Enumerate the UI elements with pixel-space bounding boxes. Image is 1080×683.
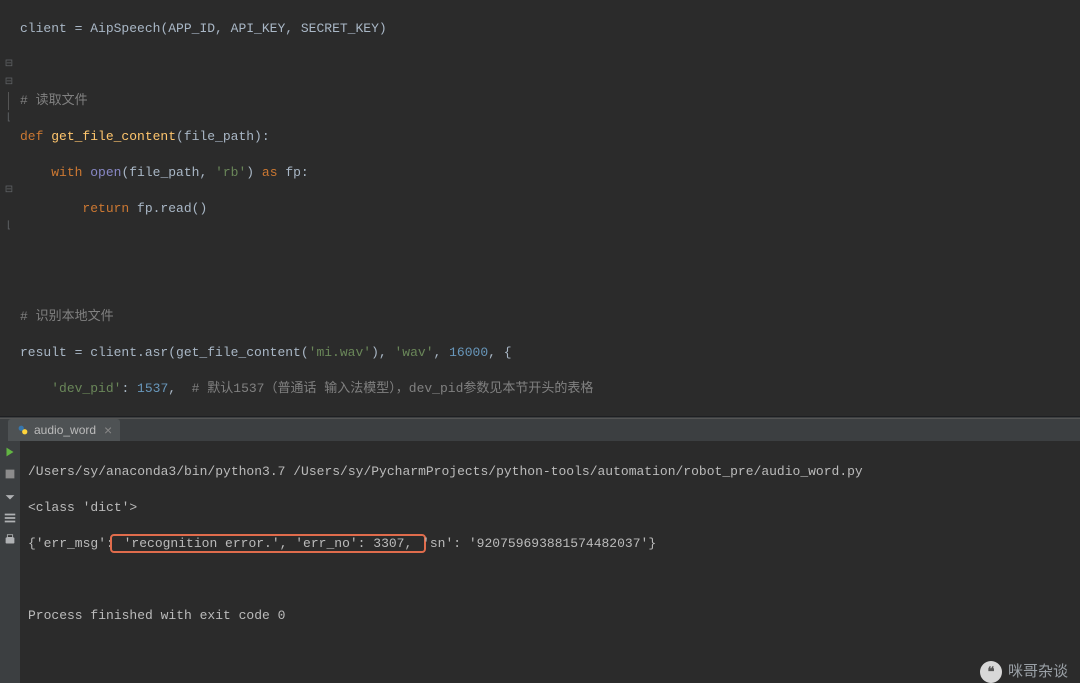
stop-icon[interactable] (3, 467, 17, 481)
fold-marker[interactable]: ⊟ (0, 74, 18, 92)
console-tabs-bar: audio_word × (0, 419, 1080, 441)
fold-marker[interactable]: ⊟ (0, 182, 18, 200)
builtin: open (90, 165, 121, 180)
output-line: <class 'dict'> (28, 499, 1072, 517)
console-toolbar (0, 441, 20, 683)
code-text: fp.read() (137, 201, 207, 216)
keyword: return (82, 201, 137, 216)
code-text: (APP_ID, API_KEY, SECRET_KEY) (160, 21, 386, 36)
code-text: fp: (285, 165, 308, 180)
down-icon[interactable] (3, 489, 17, 503)
run-tab[interactable]: audio_word × (8, 419, 120, 441)
keyword: with (51, 165, 90, 180)
code-comment: # 读取文件 (20, 93, 88, 108)
code-text: , (168, 381, 191, 396)
error-highlight: 'recognition error.', 'err_no': 3307, (110, 534, 426, 553)
code-text: (file_path, (121, 165, 215, 180)
code-text: ), (371, 345, 394, 360)
fold-marker[interactable] (0, 2, 18, 20)
print-icon[interactable] (3, 533, 17, 547)
code-text: result = client.asr(get_file_content( (20, 345, 309, 360)
fold-end-marker[interactable]: ⌊ (0, 110, 18, 128)
settings-icon[interactable] (3, 511, 17, 525)
console-output[interactable]: /Users/sy/anaconda3/bin/python3.7 /Users… (20, 441, 1080, 683)
output-line: Process finished with exit code 0 (28, 607, 1072, 625)
function-name: get_file_content (51, 129, 176, 144)
close-tab-button[interactable]: × (104, 422, 112, 438)
code-text: , { (488, 345, 511, 360)
fold-marker[interactable]: ⊟ (0, 56, 18, 74)
number-literal: 1537 (137, 381, 168, 396)
code-text: AipSpeech (90, 21, 160, 36)
code-comment: # 默认1537（普通话 输入法模型），dev_pid参数见本节开头的表格 (192, 381, 594, 396)
watermark: ❝ 咪哥杂谈 (980, 661, 1068, 683)
fold-end-marker[interactable]: ⌊ (0, 218, 18, 236)
code-text: : (121, 381, 137, 396)
code-content[interactable]: client = AipSpeech(APP_ID, API_KEY, SECR… (18, 0, 1080, 416)
number-literal: 16000 (449, 345, 488, 360)
run-console: audio_word × /Users/sy/anaconda3/bin/pyt… (0, 419, 1080, 569)
python-file-icon (16, 423, 30, 437)
output-line: {'err_msg': 'recognition error.', 'err_n… (28, 535, 1072, 553)
string-literal: 'mi.wav' (309, 345, 371, 360)
code-text: ) (246, 165, 262, 180)
wechat-icon: ❝ (980, 661, 1002, 683)
code-text: (file_path): (176, 129, 270, 144)
rerun-icon[interactable] (3, 445, 17, 459)
output-line: /Users/sy/anaconda3/bin/python3.7 /Users… (28, 463, 1072, 481)
string-literal: 'rb' (215, 165, 246, 180)
editor-gutter: ⊟ ⊟ ⌊ ⊟ ⌊ (0, 0, 18, 416)
output-line (28, 571, 1072, 589)
code-comment: # 识别本地文件 (20, 309, 114, 324)
code-text: , (434, 345, 450, 360)
string-literal: 'wav' (394, 345, 433, 360)
keyword: def (20, 129, 51, 144)
string-literal: 'dev_pid' (51, 381, 121, 396)
tab-label: audio_word (34, 423, 96, 437)
keyword: as (262, 165, 285, 180)
code-text: client = (20, 21, 90, 36)
watermark-text: 咪哥杂谈 (1008, 663, 1068, 681)
code-editor[interactable]: ⊟ ⊟ ⌊ ⊟ ⌊ client = AipSpeech(APP_ID, API… (0, 0, 1080, 416)
